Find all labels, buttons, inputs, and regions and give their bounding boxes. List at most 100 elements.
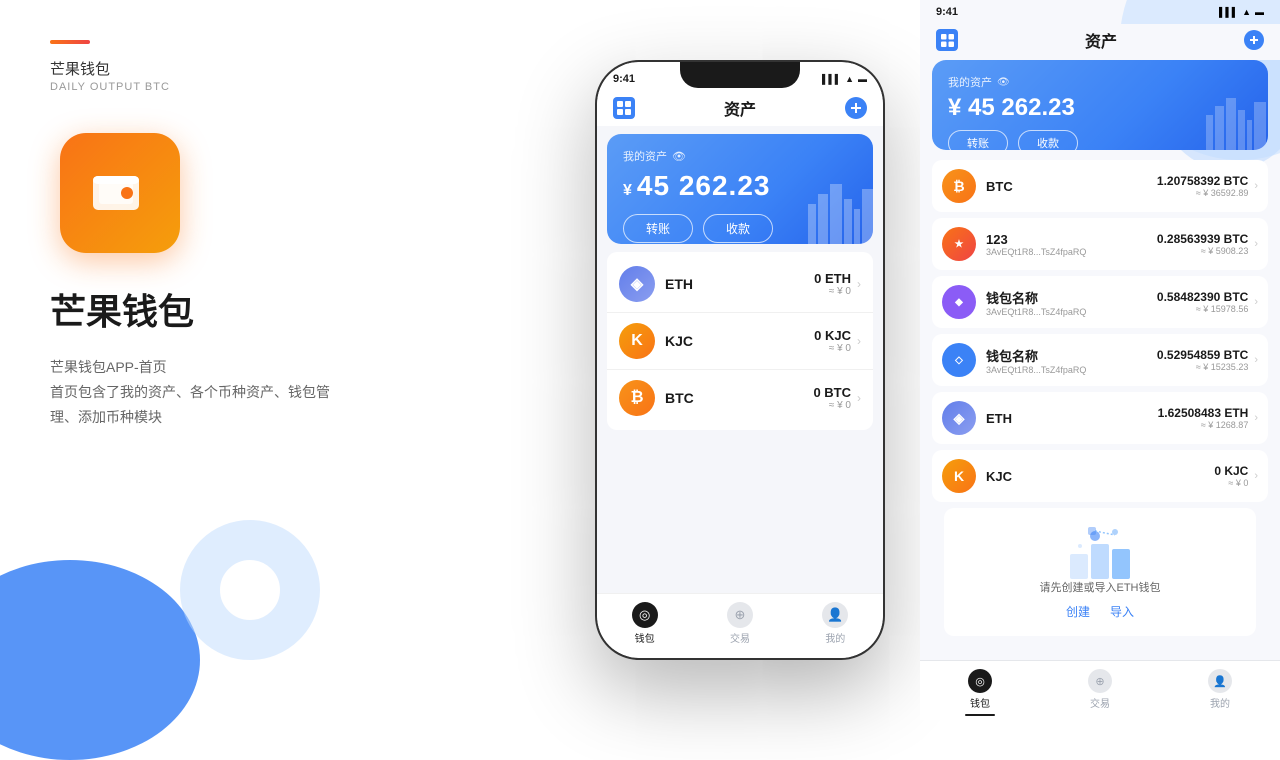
right-dia1-arrow: › [1254,354,1258,366]
wallet-icon [85,158,155,228]
right-header: 资产 [920,24,1280,60]
right-coin-item-pur1[interactable]: ◆ 钱包名称 3AvEQt1R8...TsZ4fpaRQ 0.58482390 … [932,276,1268,328]
city-silhouette [803,174,873,244]
phone-asset-card: 我的资产 👁 ¥45 262.23 转账 收款 [607,134,873,244]
trade-tab-icon: ⊕ [727,602,753,628]
brand-name-small: 芒果钱包 [50,58,510,79]
right-123-right: 0.28563939 BTC ≈ ¥ 5908.23 [1157,232,1248,256]
right-tab-wallet[interactable]: ◎ 钱包 [920,669,1040,716]
signal-icon: ▌▌▌ [822,74,841,84]
empty-illustration [1060,524,1140,579]
right-tab-mine[interactable]: 👤 我的 [1160,669,1280,710]
right-coin-item-eth1[interactable]: ◈ ETH 1.62508483 ETH ≈ ¥ 1268.87 › [932,392,1268,444]
empty-text: 请先创建或导入ETH钱包 [1040,579,1161,595]
right-123-arrow: › [1254,238,1258,250]
right-tab-trade[interactable]: ⊕ 交易 [1040,669,1160,710]
btc-amount-section: 0 BTC ≈ ¥ 0 [813,385,851,411]
right-eth1-right: 1.62508483 ETH ≈ ¥ 1268.87 [1158,406,1249,430]
battery-icon: ▬ [858,74,867,84]
right-dia1-name: 钱包名称 [986,346,1157,365]
right-pur1-addr: 3AvEQt1R8...TsZ4fpaRQ [986,307,1157,317]
right-123-name: 123 [986,232,1157,247]
btc-amount: 0 BTC [813,385,851,400]
right-123-cny: ≈ ¥ 5908.23 [1157,246,1248,256]
right-pur1-mid: 钱包名称 3AvEQt1R8...TsZ4fpaRQ [986,288,1157,317]
right-123-amount: 0.28563939 BTC [1157,232,1248,246]
coin-item-kjc[interactable]: K KJC 0 KJC ≈ ¥ 0 › [607,313,873,370]
eth-amount-section: 0 ETH ≈ ¥ 0 [814,271,851,297]
grid-icon[interactable] [613,97,635,119]
eth-logo: ◈ [619,266,655,302]
right-pur1-amount: 0.58482390 BTC [1157,290,1248,304]
phone-status-icons: ▌▌▌ ▲ ▬ [822,74,867,84]
right-status-time: 9:41 [936,6,958,18]
eth-name: ETH [665,276,814,292]
right-add-icon[interactable] [1244,30,1264,50]
phone-coin-list: ◈ ETH 0 ETH ≈ ¥ 0 › K KJC [607,252,873,430]
coin-item-btc[interactable]: ₿ BTC 0 BTC ≈ ¥ 0 › [607,370,873,426]
right-eye-icon[interactable]: 👁 [997,77,1010,88]
right-coin-item-dia1[interactable]: ◇ 钱包名称 3AvEQt1R8...TsZ4fpaRQ 0.52954859 … [932,334,1268,386]
right-123-mid: 123 3AvEQt1R8...TsZ4fpaRQ [986,232,1157,257]
wallet-tab-label: 钱包 [635,630,655,645]
coin-item-eth[interactable]: ◈ ETH 0 ETH ≈ ¥ 0 › [607,256,873,313]
right-battery-icon: ▬ [1255,7,1264,17]
right-kjc1-amount: 0 KJC [1214,464,1248,478]
right-eth1-logo: ◈ [942,401,976,435]
transfer-button[interactable]: 转账 [623,214,693,243]
right-section: 9:41 ▌▌▌ ▲ ▬ 资产 [920,0,1280,720]
btc-arrow: › [857,391,861,405]
right-btc-amount: 1.20758392 BTC [1157,174,1248,188]
kjc-amount-section: 0 KJC ≈ ¥ 0 [814,328,851,354]
brand-desc: 芒果钱包APP-首页 首页包含了我的资产、各个币种资产、钱包管 理、添加币种模块 [50,355,510,431]
right-receive-button[interactable]: 收款 [1018,130,1078,150]
right-status-bar: 9:41 ▌▌▌ ▲ ▬ [920,0,1280,24]
receive-button[interactable]: 收款 [703,214,773,243]
phone-tabbar: ◎ 钱包 ⊕ 交易 👤 我的 [597,593,883,658]
right-status-icons: ▌▌▌ ▲ ▬ [1219,7,1264,17]
right-wallet-tab-label: 钱包 [970,695,990,710]
right-grid-icon[interactable] [936,29,958,51]
import-wallet-link[interactable]: 导入 [1110,603,1134,620]
app-icon-wrapper [60,133,510,253]
kjc-approx: ≈ ¥ 0 [814,343,851,354]
right-dia1-logo: ◇ [942,343,976,377]
right-btc-logo: ₿ [942,169,976,203]
kjc-arrow: › [857,334,861,348]
right-mine-tab-label: 我的 [1210,695,1230,710]
desc-line1: 芒果钱包APP-首页 [50,355,510,380]
phone-notch [680,62,800,88]
tab-trade[interactable]: ⊕ 交易 [727,602,753,645]
right-asset-label: 我的资产 👁 [948,74,1252,90]
tab-wallet[interactable]: ◎ 钱包 [632,602,658,645]
right-signal-icon: ▌▌▌ [1219,7,1238,17]
add-icon[interactable] [845,97,867,119]
right-wifi-icon: ▲ [1242,7,1251,17]
right-trade-tab-label: 交易 [1090,695,1110,710]
right-coin-item-btc[interactable]: ₿ BTC 1.20758392 BTC ≈ ¥ 36592.89 › [932,160,1268,212]
right-pur1-logo: ◆ [942,285,976,319]
tab-mine[interactable]: 👤 我的 [822,602,848,645]
right-btc-name: BTC [986,179,1157,194]
right-kjc1-mid: KJC [986,469,1214,484]
kjc-info: KJC [665,333,814,349]
right-coin-list: ₿ BTC 1.20758392 BTC ≈ ¥ 36592.89 › ★ 12… [920,160,1280,660]
eth-info: ETH [665,276,814,292]
phone-screen: 9:41 ▌▌▌ ▲ ▬ 资产 [597,62,883,658]
currency-symbol: ¥ [623,182,633,199]
eth-amount: 0 ETH [814,271,851,286]
btc-logo: ₿ [619,380,655,416]
app-icon [60,133,180,253]
right-eth1-name: ETH [986,411,1158,426]
create-wallet-link[interactable]: 创建 [1066,603,1090,620]
right-transfer-button[interactable]: 转账 [948,130,1008,150]
eth-arrow: › [857,277,861,291]
right-coin-item-123[interactable]: ★ 123 3AvEQt1R8...TsZ4fpaRQ 0.28563939 B… [932,218,1268,270]
eye-icon[interactable]: 👁 [672,150,686,163]
right-123-logo: ★ [942,227,976,261]
right-coin-item-kjc1[interactable]: K KJC 0 KJC ≈ ¥ 0 › [932,450,1268,502]
right-eth1-cny: ≈ ¥ 1268.87 [1158,420,1249,430]
btc-name: BTC [665,390,813,406]
right-empty-section: 请先创建或导入ETH钱包 创建 导入 [944,508,1256,636]
mine-tab-label: 我的 [825,630,845,645]
